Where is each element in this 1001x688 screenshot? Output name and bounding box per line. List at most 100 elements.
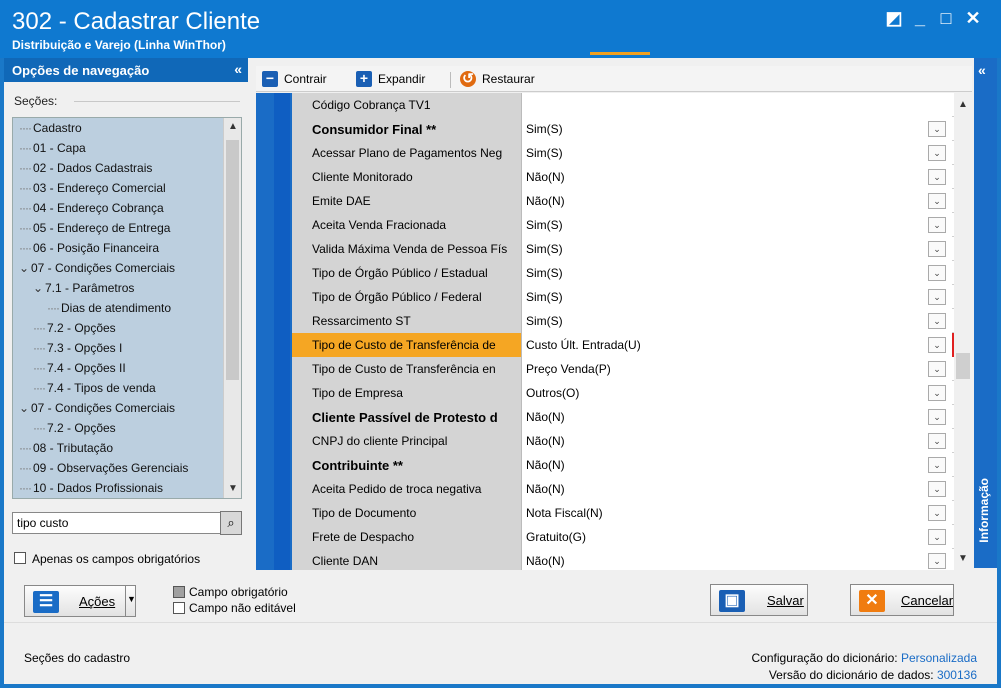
field-value[interactable]: Sim(S) ⌄ [522,237,952,261]
field-value[interactable]: Sim(S) ⌄ [522,261,952,285]
dropdown-arrow-icon[interactable]: ⌄ [928,409,946,425]
scroll-up-icon[interactable]: ▲ [224,121,241,132]
dropdown-arrow-icon[interactable]: ⌄ [928,265,946,281]
dropdown-arrow-icon[interactable]: ⌄ [928,481,946,497]
only-required-checkbox[interactable] [14,552,26,564]
scroll-down-icon[interactable]: ▼ [224,483,241,494]
grid-row[interactable]: Tipo de Órgão Público / Federal Sim(S) ⌄ [292,285,954,309]
tree-scroll-thumb[interactable] [226,140,239,380]
grid-row[interactable]: Valida Máxima Venda de Pessoa Fís Sim(S) ⌄ [292,237,954,261]
tree-item[interactable]: ···· 04 - Endereço Cobrança [19,198,164,218]
field-value[interactable]: Sim(S) ⌄ [522,141,952,165]
grid-row[interactable]: Cliente DAN Não(N) ⌄ [292,549,954,570]
field-value[interactable]: Outros(O) ⌄ [522,381,952,405]
grid-row[interactable]: Código Cobrança TV1 [292,93,954,117]
field-value[interactable]: Não(N) ⌄ [522,453,952,477]
field-value[interactable]: Não(N) ⌄ [522,429,952,453]
grid-row[interactable]: Tipo de Documento Nota Fiscal(N) ⌄ [292,501,954,525]
field-value[interactable]: Gratuito(G) ⌄ [522,525,952,549]
grid-row[interactable]: Emite DAE Não(N) ⌄ [292,189,954,213]
chevron-down-icon[interactable]: ⌄ [33,278,45,298]
chevron-down-icon[interactable]: ⌄ [19,398,31,418]
field-value[interactable]: Não(N) ⌄ [522,549,952,570]
dropdown-arrow-icon[interactable]: ⌄ [928,529,946,545]
tree-item[interactable]: ···· 06 - Posição Financeira [19,238,159,258]
grid-row[interactable]: Tipo de Custo de Transferência en Preço V… [292,357,954,381]
dropdown-arrow-icon[interactable]: ⌄ [928,457,946,473]
tree-item[interactable]: ⌄ 07 - Condições Comerciais [19,398,175,418]
grid-row[interactable]: Consumidor Final ** Sim(S) ⌄ [292,117,954,141]
dropdown-arrow-icon[interactable]: ⌄ [928,433,946,449]
field-value[interactable]: Nota Fiscal(N) ⌄ [522,501,952,525]
field-value[interactable]: Sim(S) ⌄ [522,213,952,237]
grid-row[interactable]: Tipo de Órgão Público / Estadual Sim(S) ⌄ [292,261,954,285]
grid-row[interactable]: Cliente Monitorado Não(N) ⌄ [292,165,954,189]
dropdown-arrow-icon[interactable]: ⌄ [928,217,946,233]
grid-row[interactable]: Acessar Plano de Pagamentos Neg Sim(S) ⌄ [292,141,954,165]
tree-item[interactable]: ···· 7.2 - Opções [33,318,116,338]
field-value[interactable]: Não(N) ⌄ [522,405,952,429]
grid-scroll-up-icon[interactable]: ▲ [954,99,972,110]
dropdown-arrow-icon[interactable]: ⌄ [928,337,946,353]
tree-item[interactable]: ⌄ 7.1 - Parâmetros [33,278,134,298]
maximize-icon[interactable]: □ [935,8,957,29]
field-value[interactable]: Preço Venda(P) ⌄ [522,357,952,381]
grid-row[interactable]: CNPJ do cliente Principal Não(N) ⌄ [292,429,954,453]
actions-button[interactable]: ☰ Ações ▼ [24,585,136,617]
field-value[interactable]: Sim(S) ⌄ [522,117,952,141]
collapse-button[interactable]: − Contrair [262,70,327,88]
field-value[interactable]: Sim(S) ⌄ [522,309,952,333]
tree-item[interactable]: ···· 02 - Dados Cadastrais [19,158,152,178]
dropdown-arrow-icon[interactable]: ⌄ [928,289,946,305]
collapse-nav-icon[interactable]: « [234,61,242,77]
grid-row[interactable]: Cliente Passível de Protesto d Não(N) ⌄ [292,405,954,429]
tree-item[interactable]: ···· 03 - Endereço Comercial [19,178,166,198]
grid-row[interactable]: Aceita Pedido de troca negativa Não(N) ⌄ [292,477,954,501]
tree-item[interactable]: ···· 7.3 - Opções I [33,338,122,358]
dropdown-arrow-icon[interactable]: ⌄ [928,553,946,569]
dropdown-arrow-icon[interactable]: ⌄ [928,241,946,257]
info-panel[interactable]: « Informação [974,58,997,568]
dropdown-arrow-icon[interactable]: ⌄ [928,505,946,521]
sections-tree[interactable]: ···· Cadastro ···· 01 - Capa ···· 02 - Dados … [12,117,242,499]
tree-scrollbar[interactable]: ▲ ▼ [223,118,241,498]
grid-scroll-down-icon[interactable]: ▼ [954,553,972,564]
dropdown-arrow-icon[interactable]: ⌄ [928,145,946,161]
dropdown-arrow-icon[interactable]: ⌄ [928,121,946,137]
grid-row[interactable]: Frete de Despacho Gratuito(G) ⌄ [292,525,954,549]
minimize-icon[interactable]: _ [909,8,931,29]
field-value[interactable]: Não(N) ⌄ [522,165,952,189]
tree-item[interactable]: ⌄ 07 - Condições Comerciais [19,258,175,278]
save-button[interactable]: ▣ Salvar [710,584,808,616]
grid-row[interactable]: Tipo de Empresa Outros(O) ⌄ [292,381,954,405]
search-input[interactable]: tipo custo [12,512,222,534]
tree-item[interactable]: ···· Cadastro [19,118,82,138]
tree-item[interactable]: ···· 05 - Endereço de Entrega [19,218,170,238]
field-value[interactable]: Não(N) ⌄ [522,477,952,501]
restore-button[interactable]: ↺ Restaurar [460,70,535,88]
search-icon[interactable]: ⌕ [220,511,242,535]
tree-item[interactable]: ···· 08 - Tributação [19,438,113,458]
close-icon[interactable]: ✕ [962,8,984,29]
dropdown-arrow-icon[interactable]: ⌄ [928,385,946,401]
grid-row[interactable]: Aceita Venda Fracionada Sim(S) ⌄ [292,213,954,237]
dropdown-arrow-icon[interactable]: ⌄ [928,193,946,209]
grid-row-selected[interactable]: Tipo de Custo de Transferência de Custo Ú… [292,333,954,357]
tree-item[interactable]: ···· 09 - Observações Gerenciais [19,458,188,478]
actions-dropdown-icon[interactable]: ▼ [127,594,136,604]
grid-row[interactable]: Ressarcimento ST Sim(S) ⌄ [292,309,954,333]
field-value[interactable]: Sim(S) ⌄ [522,285,952,309]
tree-item[interactable]: ···· 7.2 - Opções [33,418,116,438]
grid-row[interactable]: Contribuinte ** Não(N) ⌄ [292,453,954,477]
tree-item[interactable]: ···· 10 - Dados Profissionais [19,478,163,498]
field-value[interactable]: Não(N) ⌄ [522,189,952,213]
field-value[interactable] [522,93,952,117]
field-value[interactable]: Custo Últ. Entrada(U) ⌄ [522,333,952,357]
chevron-down-icon[interactable]: ⌄ [19,258,31,278]
dropdown-arrow-icon[interactable]: ⌄ [928,313,946,329]
tree-item[interactable]: ···· Dias de atendimento [47,298,171,318]
dict-config-value[interactable]: Personalizada [901,651,977,665]
dropdown-arrow-icon[interactable]: ⌄ [928,361,946,377]
cancel-button[interactable]: ✕ Cancelar [850,584,954,616]
restore-window-icon[interactable]: ◩ [883,8,905,29]
